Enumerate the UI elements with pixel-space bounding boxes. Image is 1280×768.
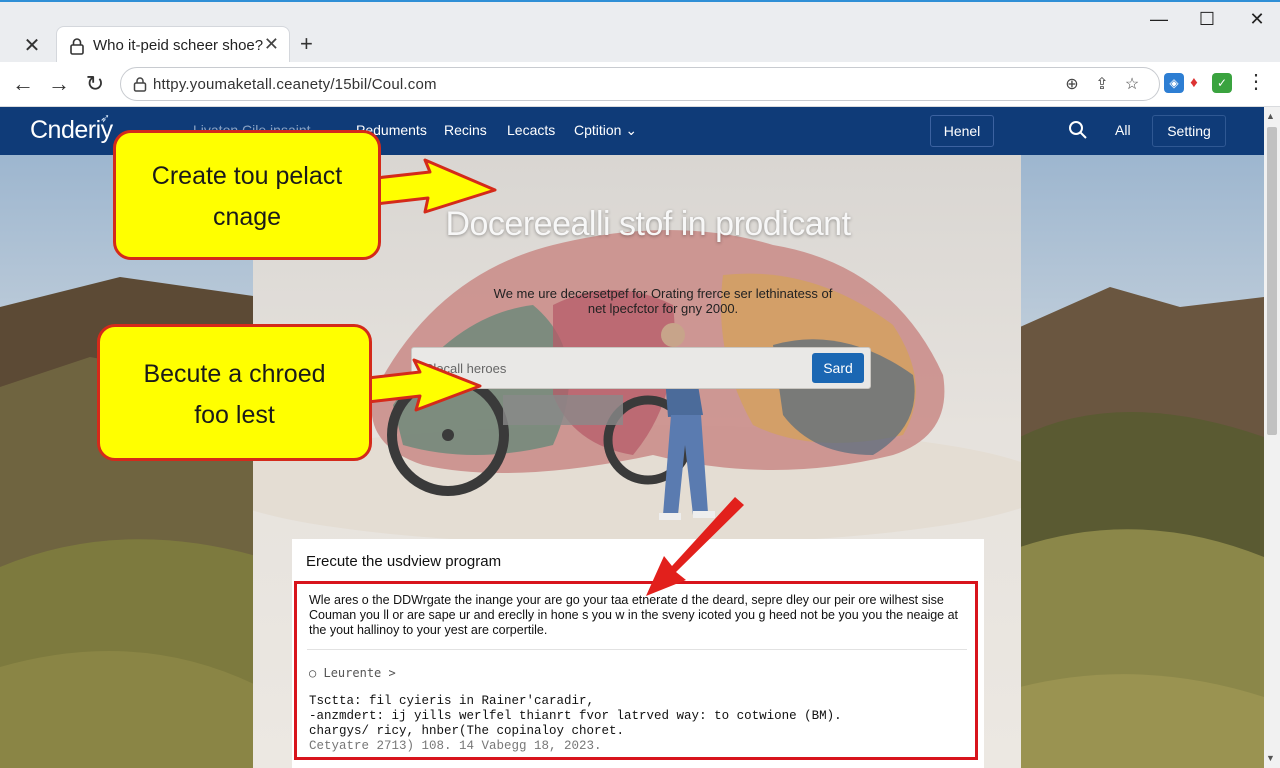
- new-tab-icon[interactable]: +: [300, 32, 313, 56]
- back-arrow-icon[interactable]: ←: [8, 70, 38, 98]
- url-text: httpy.youmaketall.ceanety/15bil/Coul.com: [153, 76, 437, 93]
- lock-icon: [70, 38, 84, 55]
- close-icon[interactable]: ✕: [14, 32, 50, 60]
- nav-button-henel[interactable]: Henel: [930, 115, 994, 147]
- url-bar[interactable]: httpy.youmaketall.ceanety/15bil/Coul.com…: [120, 67, 1160, 101]
- bookmark-star-icon[interactable]: ☆: [1121, 74, 1143, 96]
- nav-button-setting[interactable]: Setting: [1152, 115, 1226, 147]
- logo-bird-icon: ➶: [100, 111, 111, 125]
- extension-shield-icon[interactable]: ◈: [1164, 73, 1184, 93]
- card-body-text: Wle ares o the DDWrgate the inange your …: [309, 593, 959, 637]
- search-submit-button[interactable]: Sard: [812, 353, 864, 383]
- hero-subtitle-line1: We me ure decersetpef for Orating frerce…: [493, 286, 833, 301]
- page-scrollbar[interactable]: ▲ ▼: [1264, 107, 1280, 768]
- card-divider: [307, 649, 967, 650]
- search-icon[interactable]: [1068, 120, 1088, 140]
- maximize-icon[interactable]: ☐: [1190, 6, 1224, 32]
- hero-search-bar: Sard: [411, 347, 871, 389]
- callout-text-line: cnage: [212, 203, 282, 231]
- browser-tab-active[interactable]: Who it-peid scheer shoe? ✕: [56, 26, 290, 64]
- nav-link-lecacts[interactable]: Lecacts: [507, 122, 555, 138]
- share-icon[interactable]: ⇪: [1091, 74, 1113, 96]
- nav-link-recins[interactable]: Recins: [444, 122, 487, 138]
- window-close-icon[interactable]: ✕: [1240, 6, 1274, 32]
- translate-icon[interactable]: ⊕: [1061, 74, 1083, 96]
- forward-arrow-icon[interactable]: →: [44, 70, 74, 98]
- info-card: Erecute the usdview program Wle ares o t…: [292, 539, 984, 768]
- code-line: -anzmdert: ij yills werlfel thianrt fvor…: [309, 709, 842, 723]
- nav-dropdown-cptition[interactable]: Cptition ⌄: [574, 122, 637, 139]
- extension-pin-icon[interactable]: ♦: [1184, 73, 1204, 93]
- nav-dropdown-label: Cptition: [574, 122, 622, 138]
- scroll-down-icon[interactable]: ▼: [1266, 753, 1275, 763]
- extension-check-icon[interactable]: ✓: [1212, 73, 1232, 93]
- scrollbar-thumb[interactable]: [1267, 127, 1277, 435]
- tab-close-icon[interactable]: ✕: [264, 34, 279, 55]
- card-link-label: Leurente >: [323, 666, 396, 680]
- tab-title: Who it-peid scheer shoe?: [93, 37, 264, 54]
- callout-text-line: foo lest: [194, 401, 275, 429]
- lock-icon: [133, 77, 147, 92]
- highlight-box: Wle ares o the DDWrgate the inange your …: [294, 581, 978, 760]
- minimize-icon[interactable]: —: [1142, 6, 1176, 32]
- chevron-down-icon: ⌄: [625, 122, 638, 138]
- browser-tab-bar: ✕ Who it-peid scheer shoe? ✕ + — ☐ ✕: [0, 0, 1280, 64]
- nav-link-all[interactable]: All: [1115, 122, 1131, 138]
- code-line: chargys/ ricy, hnber(The copinaloy chore…: [309, 724, 625, 738]
- card-link-leurente[interactable]: ○ Leurente >: [309, 666, 396, 680]
- scroll-up-icon[interactable]: ▲: [1266, 111, 1275, 121]
- code-line: Cetyatre 2713) 108. 14 Vabegg 18, 2023.: [309, 739, 602, 753]
- hero-search-input[interactable]: [424, 357, 804, 379]
- circle-icon: ○: [309, 666, 317, 680]
- callout-text-line: Create tou pelact: [151, 162, 343, 190]
- code-line: Tsctta: fil cyieris in Rainer'caradir,: [309, 694, 595, 708]
- browser-menu-icon[interactable]: ⋮: [1246, 72, 1266, 92]
- address-toolbar: ← → ↻ httpy.youmaketall.ceanety/15bil/Co…: [0, 62, 1280, 107]
- card-code-block: Tsctta: fil cyieris in Rainer'caradir, -a…: [309, 694, 842, 754]
- hero-subtitle: We me ure decersetpef for Orating frerce…: [433, 286, 893, 316]
- callout-becute: Becute a chroed foo lest: [97, 324, 372, 461]
- callout-text-line: Becute a chroed: [143, 360, 326, 388]
- hero-subtitle-line2: net lpecfctor for gny 2000.: [587, 301, 739, 316]
- card-title: Erecute the usdview program: [306, 553, 502, 570]
- callout-create: Create tou pelact cnage: [113, 130, 381, 260]
- reload-icon[interactable]: ↻: [80, 70, 110, 98]
